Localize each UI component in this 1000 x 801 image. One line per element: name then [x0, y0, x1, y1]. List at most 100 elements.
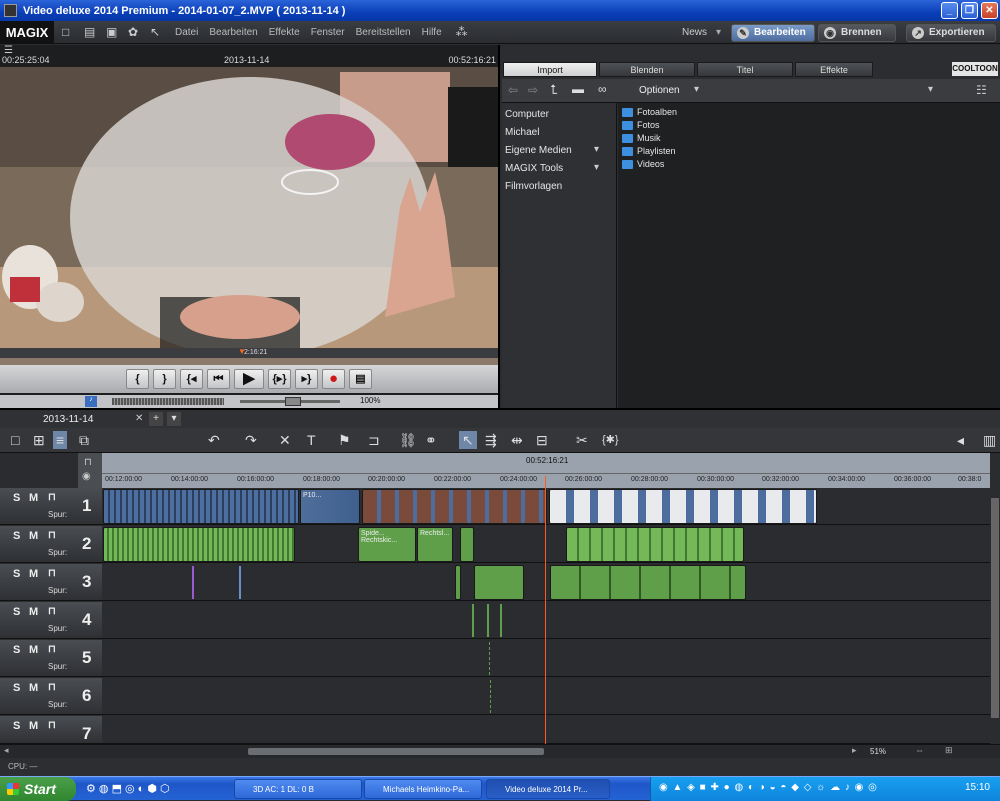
burn-mode-button[interactable]: ◉ Brennen: [818, 24, 896, 42]
folder-videos[interactable]: Videos: [622, 159, 664, 169]
solo-button[interactable]: S: [13, 720, 20, 732]
folder-fotos[interactable]: Fotos: [622, 120, 660, 130]
edit-mode-button[interactable]: ✎ Bearbeiten: [731, 24, 815, 42]
new-file-icon[interactable]: □: [62, 25, 76, 39]
mark-in-button[interactable]: {: [126, 369, 149, 389]
zoom-level[interactable]: 100%: [360, 396, 380, 405]
track-lane-4[interactable]: [102, 602, 990, 639]
audio-clip[interactable]: [550, 565, 746, 600]
nav-expand-icon[interactable]: ▾: [594, 144, 599, 155]
folder-playlisten[interactable]: Playlisten: [622, 146, 676, 156]
cut-icon[interactable]: ⊐: [368, 431, 380, 449]
nav-expand-icon[interactable]: ▾: [594, 162, 599, 173]
tab-movie[interactable]: 2013-11-14: [43, 414, 93, 425]
track-lane-5[interactable]: [102, 640, 990, 677]
solo-button[interactable]: S: [13, 568, 20, 580]
solo-button[interactable]: S: [13, 644, 20, 656]
zoom-fit-icon[interactable]: ⇔: [915, 745, 924, 755]
ungroup-icon[interactable]: ⚭: [425, 431, 437, 449]
scroll-left-icon[interactable]: ◂: [4, 745, 9, 756]
nav-magix-tools[interactable]: MAGIX Tools: [505, 163, 563, 174]
mute-button[interactable]: M: [29, 606, 38, 618]
scissors-icon[interactable]: ✂: [576, 431, 588, 449]
mute-button[interactable]: M: [29, 720, 38, 732]
timeline-view-icon[interactable]: ≡: [53, 431, 68, 449]
solo-button[interactable]: S: [13, 492, 20, 504]
task-video-deluxe[interactable]: Video deluxe 2014 Pr...: [486, 779, 610, 799]
to-start-button[interactable]: ⏮: [207, 369, 230, 389]
video-frame[interactable]: [0, 67, 498, 393]
audio-mixer-icon[interactable]: ▥: [983, 431, 996, 449]
menu-bearbeiten[interactable]: Bearbeiten: [209, 27, 257, 38]
solo-button[interactable]: S: [13, 606, 20, 618]
open-folder-icon[interactable]: ▤: [84, 25, 98, 39]
audio-clip[interactable]: Rechtsl...: [417, 527, 453, 562]
vertical-scroll-thumb[interactable]: [991, 498, 999, 718]
save-icon[interactable]: ▣: [106, 25, 120, 39]
nav-computer[interactable]: Computer: [505, 109, 549, 120]
news-link[interactable]: News: [682, 27, 707, 38]
lock-icon[interactable]: ⊓: [48, 644, 56, 655]
move-mode-icon[interactable]: ⇶: [485, 431, 497, 449]
playhead[interactable]: [545, 476, 546, 744]
path-dropdown-icon[interactable]: ▾: [928, 84, 933, 95]
ripple-mode-icon[interactable]: ⇹: [511, 431, 523, 449]
track-header-2[interactable]: S M ⊓ Spur: 2: [0, 526, 102, 563]
lock-icon[interactable]: ⊓: [84, 457, 92, 468]
scene-overview-icon[interactable]: ⧉: [79, 431, 89, 449]
lock-icon[interactable]: ⊓: [48, 492, 56, 503]
volume-slider-thumb[interactable]: [285, 397, 301, 406]
menu-effekte[interactable]: Effekte: [269, 27, 300, 38]
storyboard-icon[interactable]: ⊞: [33, 431, 45, 449]
video-clip[interactable]: [103, 489, 299, 524]
view-mode-icon[interactable]: ☷: [976, 83, 987, 97]
timeline-ruler[interactable]: 00:52:16:21 00:12:00:00 00:14:00:00 00:1…: [102, 453, 990, 488]
binoculars-icon[interactable]: ∞: [598, 82, 607, 96]
lock-icon[interactable]: ⊓: [48, 530, 56, 541]
quicklaunch-icon[interactable]: ⚙ ◍ ⬒ ◎ ◐ ⬢ ⬡: [86, 782, 170, 795]
speaker-icon[interactable]: ♪: [85, 396, 97, 407]
scroll-right-icon[interactable]: ▸: [852, 745, 857, 756]
close-button[interactable]: ✕: [981, 2, 998, 19]
tab-effekte[interactable]: Effekte: [795, 62, 873, 77]
track-header-7[interactable]: S M ⊓ 7: [0, 716, 102, 744]
up-folder-icon[interactable]: ⮤: [550, 82, 558, 98]
nav-filmvorlagen[interactable]: Filmvorlagen: [505, 181, 562, 192]
record-button[interactable]: ●: [322, 369, 345, 389]
export-mode-button[interactable]: ↗ Exportieren: [906, 24, 996, 42]
mark-out-button[interactable]: }: [153, 369, 176, 389]
add-tab-button[interactable]: +: [149, 412, 163, 426]
group-icon[interactable]: ⛓: [399, 431, 417, 449]
folder-musik[interactable]: Musik: [622, 133, 661, 143]
track-header-3[interactable]: S M ⊓ Spur: 3: [0, 564, 102, 601]
mute-button[interactable]: M: [29, 568, 38, 580]
solo-button[interactable]: S: [13, 682, 20, 694]
settings-icon[interactable]: ✿: [128, 25, 142, 39]
video-clip[interactable]: P10...: [300, 489, 360, 524]
nav-eigene-medien[interactable]: Eigene Medien: [505, 145, 572, 156]
audio-clip[interactable]: [566, 527, 744, 562]
options-chevron-icon[interactable]: ▾: [694, 84, 699, 95]
folder-fotoalben[interactable]: Fotoalben: [622, 107, 677, 117]
tab-import[interactable]: Import: [503, 62, 597, 77]
tab-list-button[interactable]: ▾: [167, 412, 181, 426]
cooltoon-logo[interactable]: COOLTOON: [952, 62, 998, 76]
track-header-5[interactable]: S M ⊓ Spur: 5: [0, 640, 102, 677]
mute-button[interactable]: M: [29, 492, 38, 504]
start-button[interactable]: Start: [0, 777, 76, 801]
horizontal-scroll-thumb[interactable]: [248, 748, 544, 755]
undo-icon[interactable]: ↶: [208, 431, 220, 449]
menu-fenster[interactable]: Fenster: [311, 27, 345, 38]
task-3dac[interactable]: 3D AC: 1 DL: 0 B: [234, 779, 362, 799]
video-clip[interactable]: [549, 489, 817, 524]
trim-mode-icon[interactable]: ⊟: [536, 431, 548, 449]
track-lane-6[interactable]: [102, 678, 990, 715]
task-heimkino[interactable]: Michaels Heimkino-Pa...: [364, 779, 482, 799]
lock-icon[interactable]: ⊓: [48, 682, 56, 693]
audio-clip[interactable]: Spide... Rechtskic...: [358, 527, 416, 562]
vertical-scrollbar[interactable]: [990, 488, 1000, 744]
menu-bereitstellen[interactable]: Bereitstellen: [356, 27, 411, 38]
menu-hilfe[interactable]: Hilfe: [422, 27, 442, 38]
mute-button[interactable]: M: [29, 644, 38, 656]
loop-range-button[interactable]: {▸}: [268, 369, 291, 389]
